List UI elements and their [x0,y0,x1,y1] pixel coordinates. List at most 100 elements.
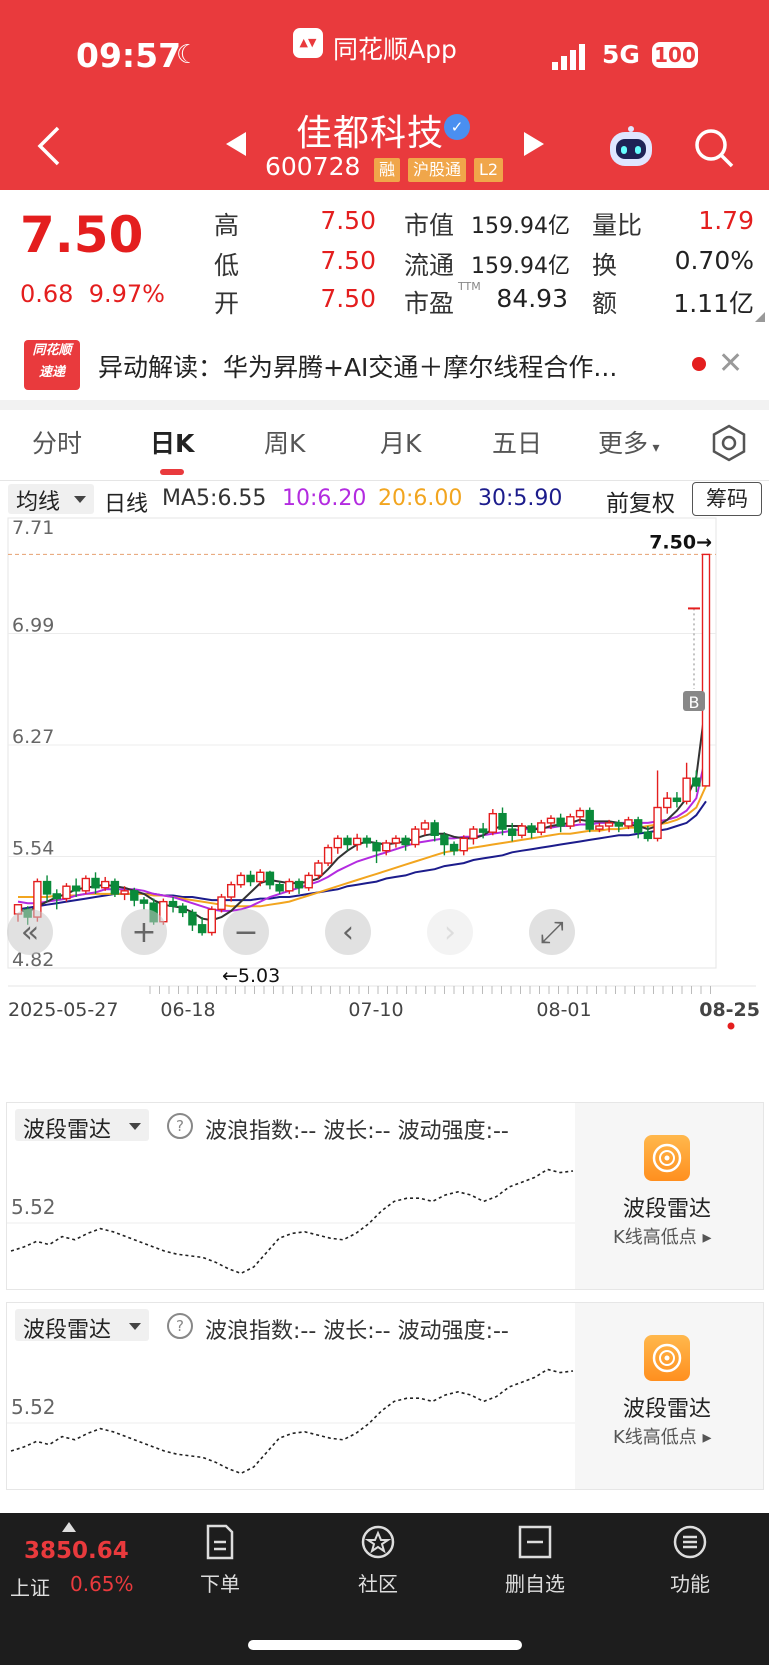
candle-body [323,846,333,864]
x-tick-label: 06-18 [160,999,215,1021]
nav-order-label[interactable]: 下单 [170,1568,270,1597]
settings-icon[interactable] [710,424,748,462]
unread-dot-icon [692,357,706,371]
amount-label: 额 [592,289,618,318]
candle-body [362,837,372,844]
ai-assistant-icon[interactable] [606,124,656,170]
wave-radar-side-title[interactable]: 波段雷达 [623,1191,711,1223]
rewind-control[interactable]: « [7,909,53,955]
search-icon[interactable] [692,126,736,170]
candle-body [178,905,187,914]
candle-body [382,842,391,852]
stock-name: 佳都科技 [296,113,445,154]
candle-body [459,837,468,852]
candle-body [275,883,284,892]
menu-icon[interactable] [672,1524,708,1560]
tab-intraday[interactable]: 分时 [32,424,82,460]
order-icon[interactable] [202,1524,238,1560]
remove-watchlist-icon[interactable] [517,1524,553,1560]
fullscreen-control[interactable]: ⤢ [529,909,575,955]
prev-stock-icon[interactable] [226,132,246,156]
candle-body [430,822,439,836]
index-change[interactable]: 0.65% [70,1572,134,1596]
axis-labels: 7.716.996.275.544.827.50→←5.032025-05-27… [8,517,760,1030]
candle-body [207,908,217,934]
prev-control[interactable]: ‹ [325,909,371,955]
close-icon[interactable]: ✕ [718,346,743,381]
x-tick-label: 07-10 [348,999,403,1021]
candle-body [256,871,265,883]
zoom-out-control[interactable]: − [223,909,269,955]
chips-button[interactable]: 筹码 [692,482,762,516]
candle-body [285,880,294,892]
tab-more[interactable]: 更多 ▾ [598,424,660,460]
candle-body [527,825,536,833]
kline-chart[interactable]: B 7.716.996.275.544.827.50→←5.032025-05-… [0,516,769,1086]
candle-body [42,880,52,895]
candle-body [91,877,100,889]
tab-five-day[interactable]: 五日 [492,424,542,460]
expand-corner-icon[interactable] [755,312,765,322]
mcap-value: 159.94亿 [471,214,570,239]
candle-body [663,797,672,809]
nav-functions-label[interactable]: 功能 [640,1568,740,1597]
home-indicator [248,1640,522,1650]
fullscreen-icon: ⤢ [540,915,564,950]
candle-body [120,890,129,895]
candle-body [352,837,362,846]
nav-community-label[interactable]: 社区 [328,1568,428,1597]
wave-radar-app-icon[interactable] [644,1135,690,1181]
plot-frame [7,517,717,969]
next-control[interactable]: › [427,909,473,955]
candle-body [294,880,304,889]
index-name[interactable]: 上证 [10,1572,50,1601]
candle-body [517,825,527,836]
index-value[interactable]: 3850.64 [24,1538,129,1564]
nav-remove-watchlist-label[interactable]: 删自选 [485,1568,585,1597]
candle-body [71,885,81,892]
y-tick-label: 7.71 [12,517,54,539]
signal-icon [552,44,585,70]
tab-weekly-k[interactable]: 周K [264,424,305,460]
candle-body [653,806,662,840]
candle-body [411,828,420,846]
candle-body [217,896,226,911]
rewind-icon: « [21,915,39,950]
low-value: 7.50 [320,246,376,275]
candle-body [168,900,178,907]
candle-body [236,874,246,886]
zoom-in-control[interactable]: + [121,909,167,955]
tab-monthly-k[interactable]: 月K [380,424,421,460]
index-up-arrow-icon [62,1522,76,1532]
community-icon[interactable] [360,1524,396,1560]
x-tick-label: 08-01 [536,999,591,1021]
float-label: 流通 [404,251,455,280]
tab-daily-k[interactable]: 日K [150,424,194,460]
wave-radar-side-link[interactable]: K线高低点 ▸ [613,1223,712,1249]
tab-active-indicator [160,469,184,475]
low-price-label: ←5.03 [222,965,280,987]
ma5-line [17,700,707,922]
ma20-value: 20:6.00 [378,486,463,511]
status-time: 09:57 [76,36,182,75]
back-icon[interactable] [34,124,62,168]
adjust-mode[interactable]: 前复权 [606,484,675,518]
chart-controls[interactable]: « + − ‹ › ⤢ [7,909,575,955]
next-stock-icon[interactable] [524,132,544,156]
moon-icon: ☾ [176,40,200,70]
app-name: 同花顺App [333,35,457,64]
candle-body [62,885,71,900]
wave-radar-side-title[interactable]: 波段雷达 [623,1391,711,1423]
app-logo-icon: ▲▼ [293,28,323,58]
candle-body [188,911,197,926]
pe-label: 市盈 [404,289,455,318]
ma10-value: 10:6.20 [282,486,367,511]
news-text[interactable]: 异动解读：华为昇腾+AI交通＋摩尔线程合作... [98,348,617,384]
candle-body [672,797,682,803]
wave-radar-app-icon[interactable] [644,1335,690,1381]
candle-body [314,862,323,877]
candle-body [101,880,110,889]
wave-radar-side-link[interactable]: K线高低点 ▸ [613,1423,712,1449]
candle-body [304,874,313,889]
candle-body [488,812,498,833]
